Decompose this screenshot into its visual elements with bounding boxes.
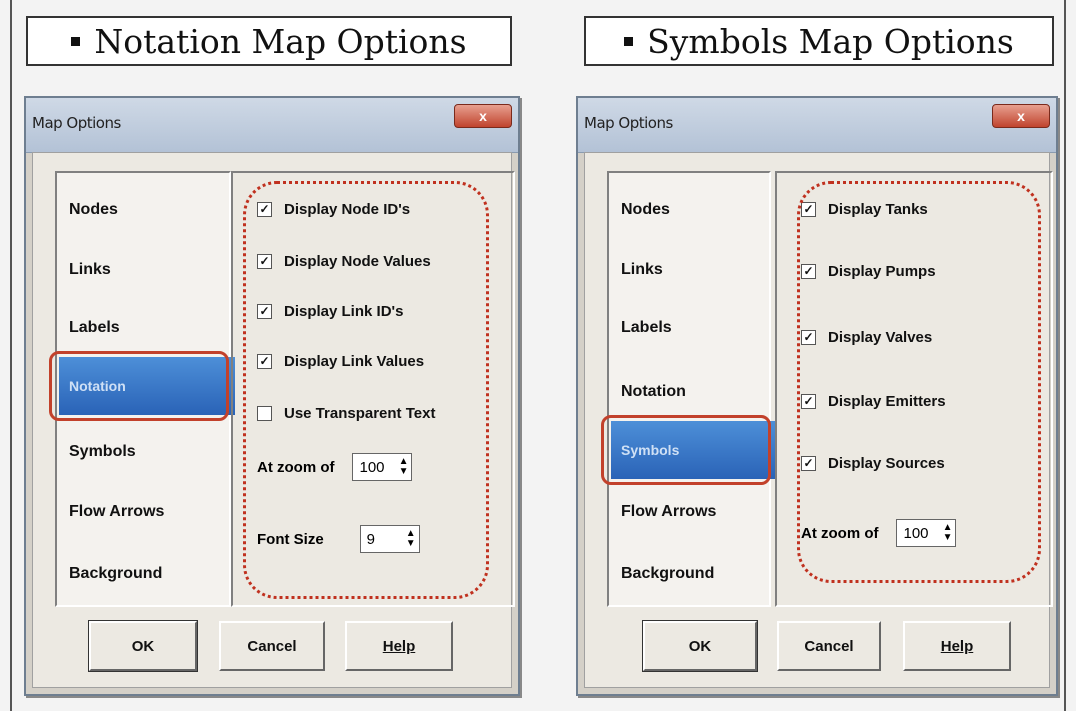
left-map-options-dialog: Map Options x Nodes Links Labels Notatio… bbox=[24, 96, 520, 696]
sidebar-item-nodes[interactable]: Nodes bbox=[69, 201, 118, 219]
close-button[interactable]: x bbox=[992, 104, 1050, 128]
bullet-icon bbox=[624, 36, 634, 46]
options-highlight bbox=[243, 181, 489, 599]
sidebar-item-background[interactable]: Background bbox=[69, 565, 162, 583]
selection-highlight bbox=[601, 415, 771, 485]
close-icon: x bbox=[479, 108, 487, 124]
dialog-title: Map Options bbox=[584, 114, 673, 132]
options-highlight bbox=[797, 181, 1041, 583]
sidebar-item-nodes[interactable]: Nodes bbox=[621, 201, 670, 219]
sidebar-item-links[interactable]: Links bbox=[69, 261, 111, 279]
bullet-icon bbox=[71, 36, 81, 46]
sidebar-item-notation[interactable]: Notation bbox=[621, 383, 686, 401]
frame-right-line bbox=[1064, 0, 1066, 711]
dialog-titlebar: Map Options x bbox=[578, 98, 1056, 153]
dialog-body: Nodes Links Labels Notation Symbols Flow… bbox=[32, 152, 515, 688]
sidebar-item-links[interactable]: Links bbox=[621, 261, 663, 279]
dialog-body: Nodes Links Labels Notation Symbols Flow… bbox=[584, 152, 1053, 688]
selection-highlight bbox=[49, 351, 229, 421]
sidebar-item-labels[interactable]: Labels bbox=[621, 319, 672, 337]
right-heading-text: Symbols Map Options bbox=[647, 21, 1014, 61]
help-button[interactable]: Help bbox=[345, 621, 453, 671]
right-map-options-dialog: Map Options x Nodes Links Labels Notatio… bbox=[576, 96, 1058, 696]
right-panel-heading: Symbols Map Options bbox=[584, 16, 1054, 66]
close-button[interactable]: x bbox=[454, 104, 512, 128]
sidebar-item-labels[interactable]: Labels bbox=[69, 319, 120, 337]
close-icon: x bbox=[1017, 108, 1025, 124]
dialog-titlebar: Map Options x bbox=[26, 98, 518, 153]
cancel-button[interactable]: Cancel bbox=[219, 621, 325, 671]
left-heading-text: Notation Map Options bbox=[94, 21, 467, 61]
help-button[interactable]: Help bbox=[903, 621, 1011, 671]
left-panel-heading: Notation Map Options bbox=[26, 16, 512, 66]
ok-button[interactable]: OK bbox=[88, 620, 198, 672]
sidebar-item-flow-arrows[interactable]: Flow Arrows bbox=[621, 503, 716, 521]
dialog-title: Map Options bbox=[32, 114, 121, 132]
sidebar-item-background[interactable]: Background bbox=[621, 565, 714, 583]
ok-button[interactable]: OK bbox=[642, 620, 758, 672]
sidebar-item-symbols[interactable]: Symbols bbox=[69, 443, 136, 461]
frame-left-line bbox=[10, 0, 12, 711]
cancel-button[interactable]: Cancel bbox=[777, 621, 881, 671]
sidebar-item-flow-arrows[interactable]: Flow Arrows bbox=[69, 503, 164, 521]
category-list: Nodes Links Labels Notation Symbols Flow… bbox=[607, 171, 775, 607]
